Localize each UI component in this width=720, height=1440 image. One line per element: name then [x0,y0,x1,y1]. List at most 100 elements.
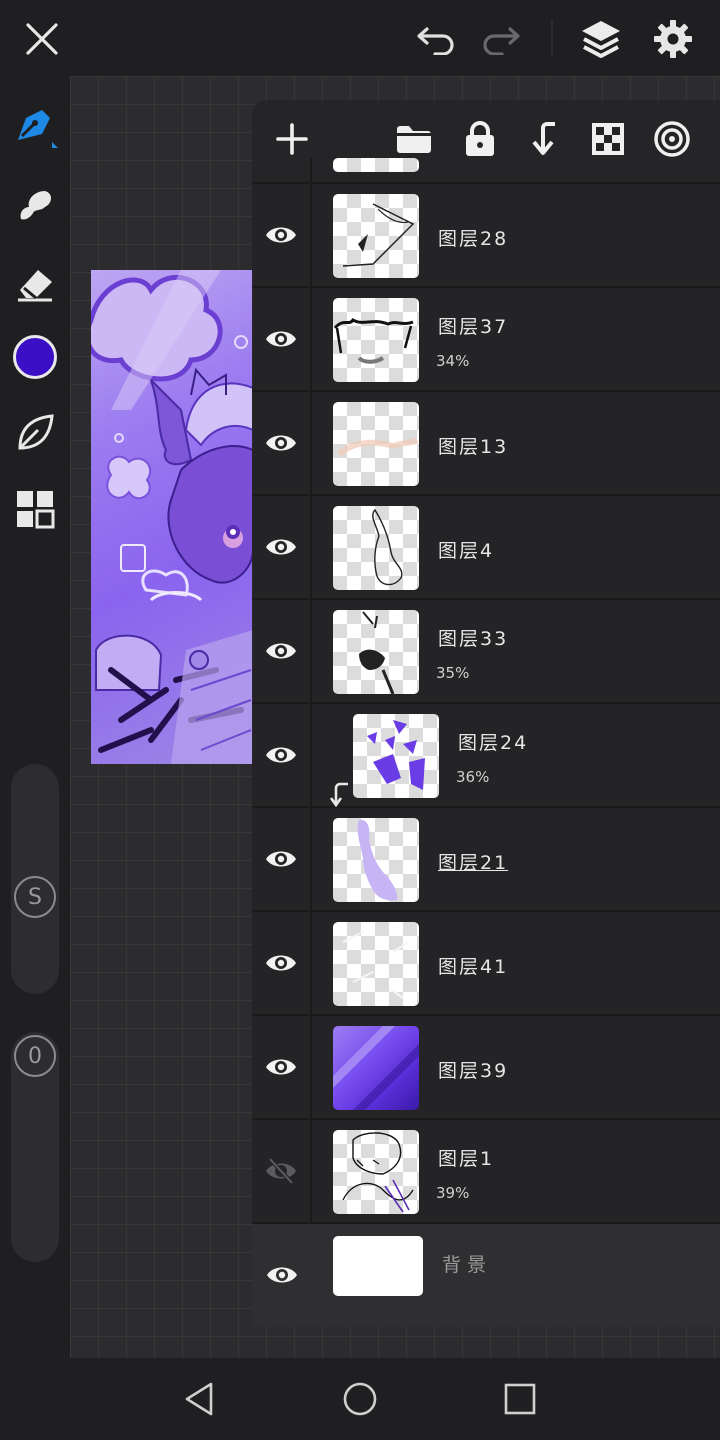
settings-button[interactable] [648,14,698,64]
visibility-toggle[interactable] [252,1224,312,1326]
folder-button[interactable] [391,116,437,162]
blend-tool-button[interactable] [10,408,60,458]
layer-opacity: 34% [436,352,470,370]
layer-name: 背景 [442,1254,493,1276]
layer-thumbnail[interactable] [333,610,419,694]
layer-row-partial[interactable] [252,158,720,184]
nav-back-button[interactable] [175,1374,225,1424]
layer-row[interactable]: 图层28 [252,184,720,288]
visibility-toggle[interactable] [252,496,312,598]
opacity-slider-knob[interactable]: 0 [14,1035,56,1077]
layer-row[interactable]: 图层41 [252,912,720,1016]
layer-name: 图层4 [438,540,495,562]
visibility-toggle[interactable] [252,600,312,702]
layer-opacity: 39% [436,1184,470,1202]
layer-row[interactable]: 图层33 35% [252,600,720,704]
color-swatch[interactable] [10,332,60,382]
left-tool-bar: S 0 [0,76,70,1358]
layer-row[interactable]: 图层37 34% [252,288,720,392]
nav-home-button[interactable] [335,1374,385,1424]
eye-cell [252,158,312,182]
layer-name: 图层33 [438,628,509,650]
layer-thumbnail[interactable] [333,402,419,486]
transparency-button[interactable] [585,116,631,162]
blend-leaf-icon [18,414,54,450]
visibility-toggle[interactable] [252,1016,312,1118]
artwork-illustration [91,270,253,764]
gallery-grid-icon [17,491,55,529]
toolbar-divider [551,20,553,56]
visibility-toggle[interactable] [252,288,312,390]
layer-row-selected[interactable]: 图层21 [252,808,720,912]
eraser-icon [18,270,52,302]
back-triangle-icon [185,1382,213,1416]
eye-icon [267,1267,297,1283]
visibility-toggle[interactable] [252,392,312,494]
add-layer-button[interactable] [269,116,315,162]
current-color-circle [13,335,57,379]
folder-icon [397,126,431,153]
layer-opacity: 36% [456,768,490,786]
home-circle-icon [343,1382,377,1416]
add-layer-icon [276,123,308,155]
blend-mode-icon [654,121,690,157]
layer-thumbnail [333,158,419,172]
lock-icon [466,121,494,156]
eye-icon [266,435,296,451]
layer-thumbnail[interactable] [333,818,419,902]
close-icon [26,23,58,55]
smudge-tool-button[interactable] [10,180,60,230]
layer-thumbnail[interactable] [333,298,419,382]
merge-down-button[interactable] [521,116,567,162]
pen-icon [18,110,58,148]
smudge-icon [20,191,51,220]
layer-thumbnail[interactable] [333,1130,419,1214]
undo-button[interactable] [411,14,461,64]
layer-thumbnail[interactable] [353,714,439,798]
lock-layer-button[interactable] [457,116,503,162]
layer-thumbnail[interactable] [333,922,419,1006]
layer-thumbnail[interactable] [333,1026,419,1110]
layer-name: 图层13 [438,436,509,458]
layer-thumbnail[interactable] [333,1236,423,1296]
layer-row[interactable]: 图层1 39% [252,1120,720,1224]
eye-icon [266,643,296,659]
layer-row[interactable]: 图层4 [252,496,720,600]
artwork-canvas[interactable] [91,270,253,764]
eye-icon [266,331,296,347]
layer-row-background[interactable]: 背景 [252,1224,720,1326]
eraser-tool-button[interactable] [10,258,60,308]
brush-size-slider[interactable]: S [11,764,59,994]
layer-opacity: 35% [436,664,470,682]
visibility-toggle[interactable] [252,912,312,1014]
layers-button[interactable] [576,14,626,64]
blend-mode-button[interactable] [649,116,695,162]
redo-button[interactable] [476,14,526,64]
top-toolbar [0,0,720,76]
layer-thumbnail[interactable] [333,194,419,278]
redo-icon [483,27,520,55]
layer-row[interactable]: 图层13 [252,392,720,496]
pen-tool-button[interactable] [10,102,60,152]
brush-opacity-slider[interactable]: 0 [11,1032,59,1262]
close-button[interactable] [17,14,67,64]
visibility-toggle[interactable] [252,1120,312,1222]
eye-icon [266,747,296,763]
eye-icon [266,227,296,243]
transparency-icon [592,123,624,155]
eye-hidden-icon [266,1157,296,1185]
size-slider-knob[interactable]: S [14,876,56,918]
visibility-toggle[interactable] [252,184,312,286]
layer-thumbnail[interactable] [333,506,419,590]
layer-row[interactable]: 图层24 36% [252,704,720,808]
nav-recents-button[interactable] [495,1374,545,1424]
layer-list[interactable]: 图层28 图层37 34% 图层13 图层4 图层33 35% 图层24 36%… [252,158,720,1326]
layer-row[interactable]: 图层39 [252,1016,720,1120]
gallery-button[interactable] [10,484,60,534]
visibility-toggle[interactable] [252,808,312,910]
app-root: S 0 图层28 图层37 34% 图层13 图层4 图层33 35% 图层24… [0,0,720,1440]
eye-icon [266,1059,296,1075]
visibility-toggle[interactable] [252,704,312,806]
eye-icon [266,851,296,867]
layer-name: 图层1 [438,1148,495,1170]
